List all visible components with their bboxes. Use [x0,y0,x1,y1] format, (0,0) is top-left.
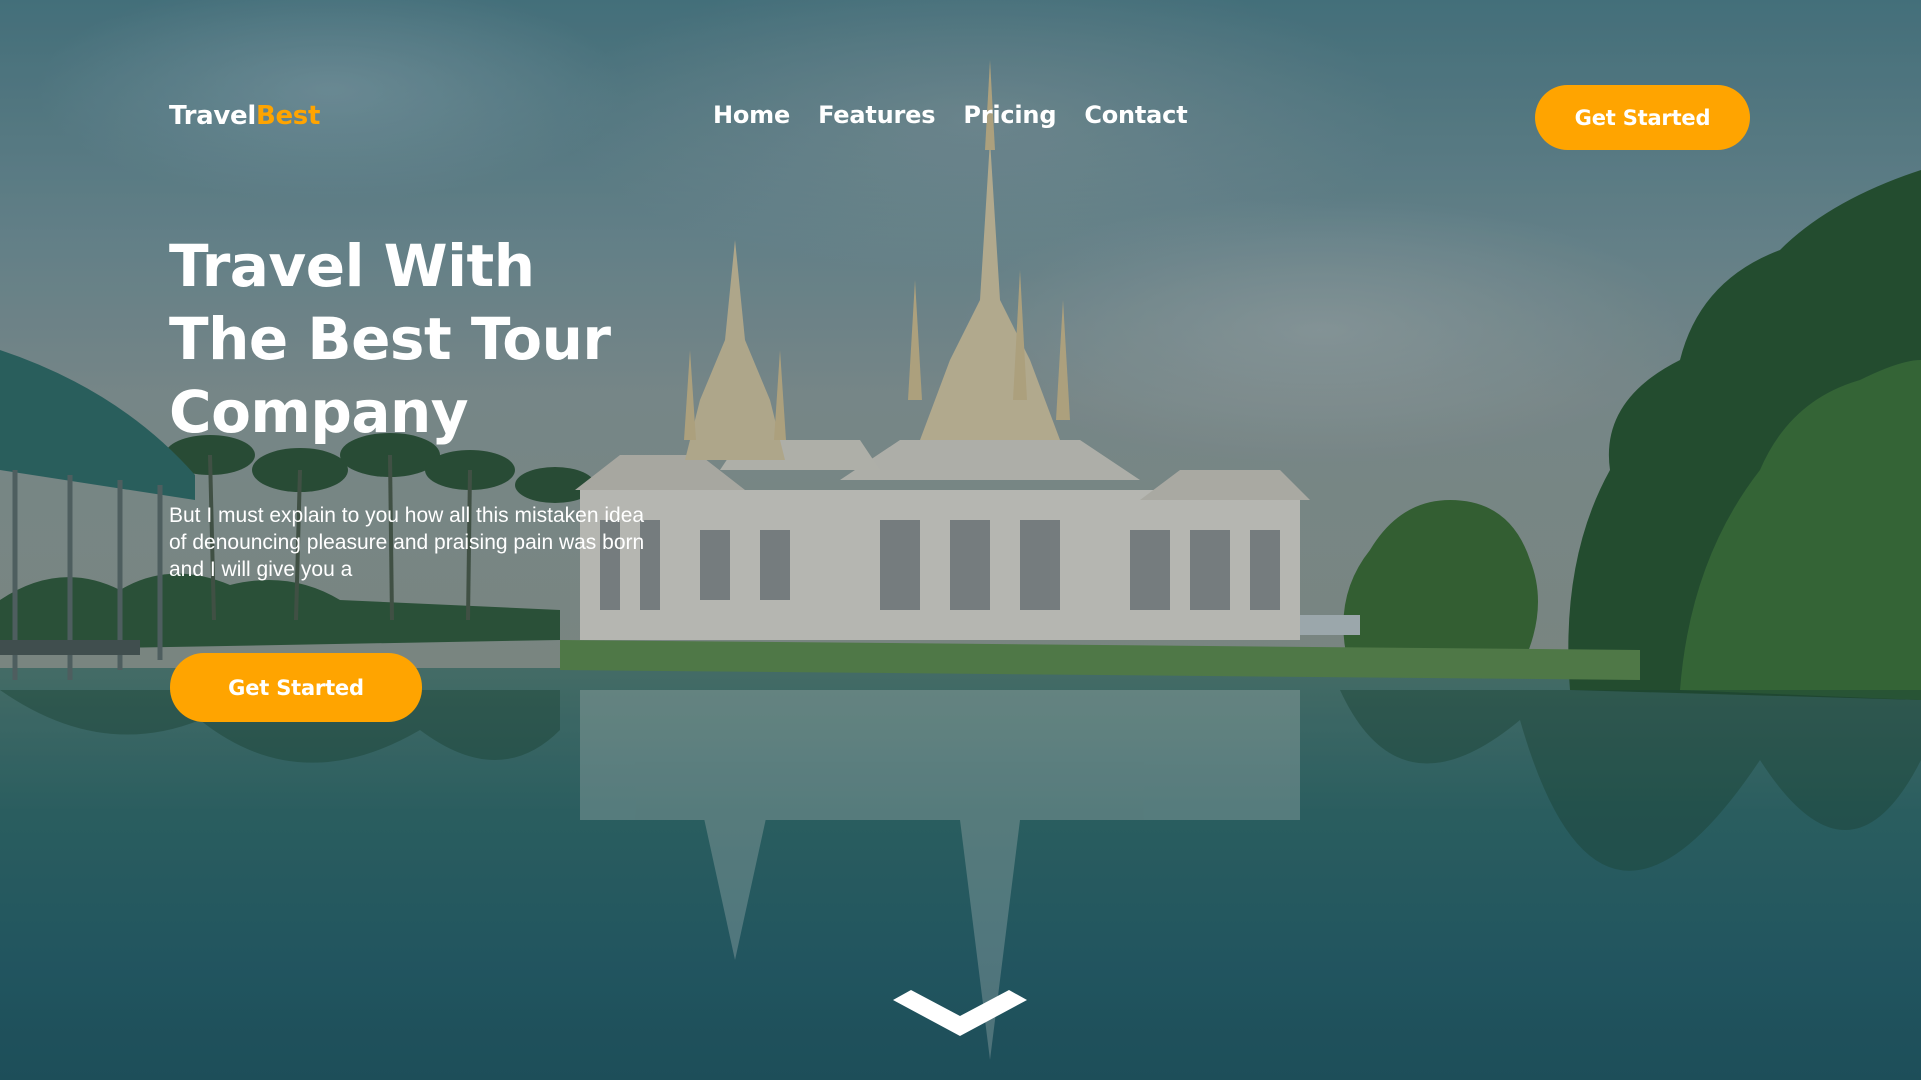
hero-title: Travel With The Best Tour Company [169,230,729,449]
chevron-down-icon [893,990,1027,1036]
header-get-started-button[interactable]: Get Started [1535,85,1750,150]
brand-name-accent: Best [255,101,321,131]
nav-link-contact[interactable]: Contact [1084,101,1187,129]
brand-logo[interactable]: TravelBest [169,101,320,131]
brand-name-primary: Travel [169,101,256,131]
hero-description: But I must explain to you how all this m… [169,504,645,581]
nav-link-home[interactable]: Home [713,101,790,129]
hero-get-started-button[interactable]: Get Started [170,653,422,722]
main-nav: Home Features Pricing Contact [713,101,1188,129]
nav-link-pricing[interactable]: Pricing [963,101,1056,129]
nav-link-features[interactable]: Features [818,101,935,129]
hero-title-line-2: The Best Tour [169,305,611,373]
hero-title-line-1: Travel With [169,232,535,300]
scroll-down-button[interactable] [893,990,1027,1040]
hero-title-line-3: Company [169,378,469,446]
